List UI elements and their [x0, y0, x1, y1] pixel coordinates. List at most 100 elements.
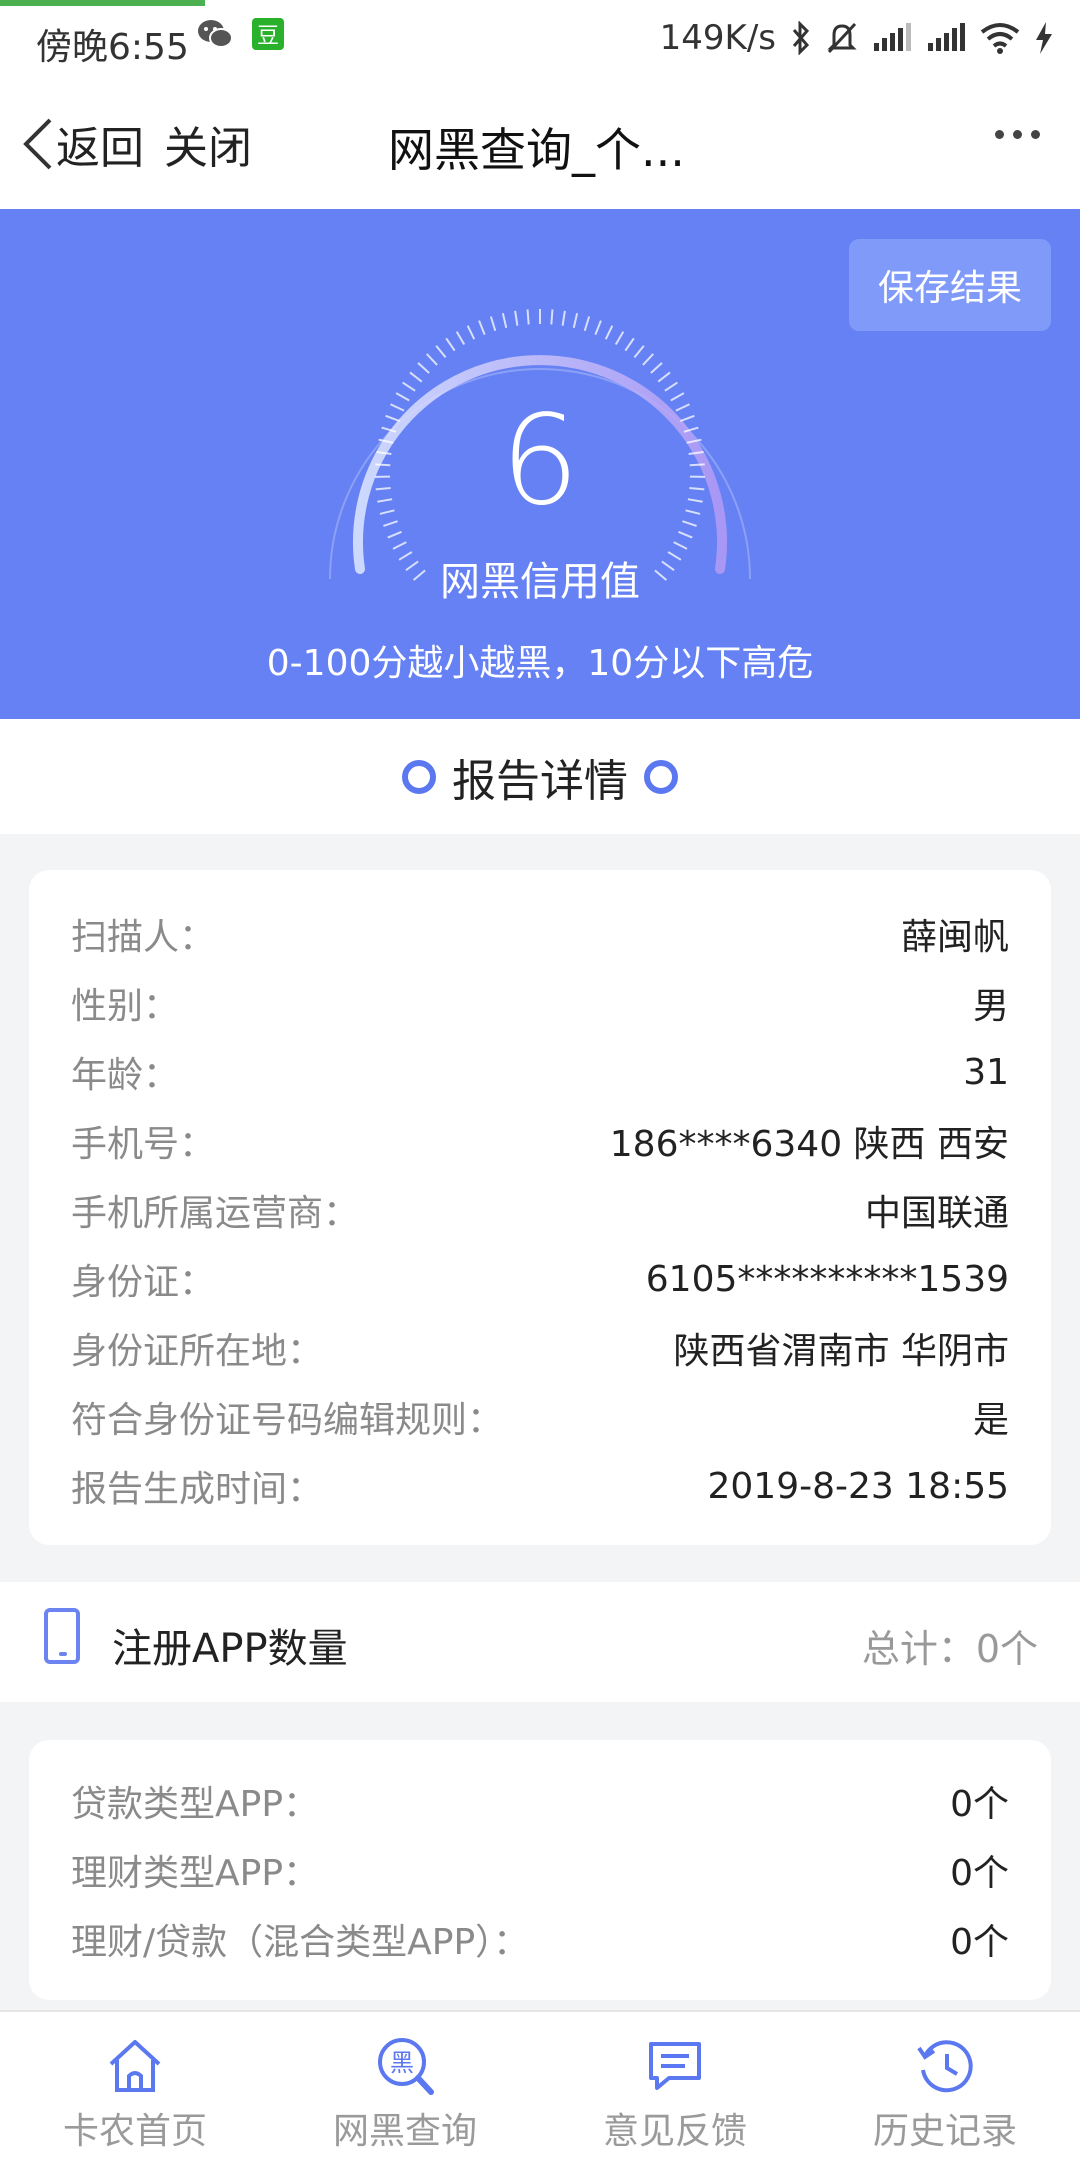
gauge-tick — [665, 383, 677, 391]
gauge-tick — [436, 346, 445, 358]
tab-label: 卡农首页 — [0, 2102, 270, 2154]
tab-history[interactable]: 历史记录 — [810, 2012, 1080, 2162]
report-title: 报告详情 — [452, 745, 628, 809]
row-label: 符合身份证号码编辑规则： — [71, 1391, 503, 1443]
gauge-tick — [457, 332, 465, 345]
gauge-tick — [616, 332, 624, 345]
gauge-tick — [393, 542, 406, 549]
row-label: 报告生成时间： — [71, 1460, 323, 1512]
credit-score-label: 网黑信用值 — [0, 549, 1080, 607]
row-value: 0个 — [950, 1775, 1009, 1827]
bluetooth-icon — [790, 21, 812, 55]
info-row: 符合身份证号码编辑规则：是 — [71, 1387, 1009, 1447]
row-label: 手机所属运营商： — [71, 1184, 359, 1236]
tab-blacklist-search[interactable]: 黑 网黑查询 — [270, 2012, 540, 2162]
gauge-tick — [551, 309, 552, 324]
bottom-tab-bar: 卡农首页 黑 网黑查询 意见反馈 历史记录 — [0, 2010, 1080, 2162]
row-label: 身份证所在地： — [71, 1322, 323, 1374]
gauge-tick — [674, 542, 687, 549]
tab-label: 网黑查询 — [270, 2102, 540, 2154]
save-result-button[interactable]: 保存结果 — [849, 239, 1051, 331]
blacklist-search-icon: 黑 — [375, 2036, 435, 2096]
status-time: 傍晚6:55 — [36, 18, 189, 70]
row-value: 男 — [973, 977, 1009, 1029]
gauge-tick — [491, 316, 495, 330]
row-label: 手机号： — [71, 1115, 215, 1167]
nav-bar: 返回 关闭 网黑查询_个... — [0, 78, 1080, 209]
gauge-tick — [634, 346, 643, 358]
info-row: 手机所属运营商： 中国联通 — [71, 1180, 1009, 1240]
gauge-tick — [503, 313, 506, 328]
gauge-tick — [468, 326, 475, 339]
gauge-tick — [410, 372, 422, 381]
page-title: 网黑查询_个... — [388, 114, 685, 180]
gauge-tick — [574, 313, 577, 328]
back-label: 返回 — [56, 112, 144, 176]
back-button[interactable]: 返回 — [20, 112, 144, 176]
app-count-header: 注册APP数量 总计：0个 — [0, 1582, 1080, 1702]
app-count-total: 总计：0个 — [862, 1618, 1038, 1673]
row-label: 理财类型APP： — [71, 1844, 319, 1896]
page-load-progress — [0, 0, 205, 6]
info-row: 手机号： 186****6340 陕西 西安 — [71, 1111, 1009, 1171]
network-speed: 149K/s — [660, 18, 776, 58]
history-icon — [915, 2036, 975, 2096]
report-details-card: 扫描人：薛闽帆 性别： 男 年龄：31 手机号： 186****6340 陕西 西安… — [29, 870, 1051, 1545]
info-row: 报告生成时间： 2019-8-23 18:55 — [71, 1456, 1009, 1516]
wechat-icon — [196, 18, 234, 50]
feedback-icon — [645, 2036, 705, 2096]
douban-icon: 豆 — [252, 18, 284, 50]
close-button[interactable]: 关闭 — [164, 112, 252, 176]
gauge-tick — [446, 338, 455, 350]
signal-icon-2 — [926, 23, 966, 53]
info-row: 贷款类型APP： 0个 — [71, 1771, 1009, 1831]
info-row: 年龄：31 — [71, 1042, 1009, 1102]
charging-icon — [1034, 22, 1054, 54]
row-label: 扫描人： — [71, 908, 215, 960]
gauge-tick — [595, 321, 601, 335]
mute-bell-icon — [826, 21, 858, 55]
signal-icon — [872, 23, 912, 53]
gauge-tick — [585, 316, 589, 330]
tab-icon-glyph: 黑 — [390, 2049, 414, 2077]
info-row: 性别： 男 — [71, 973, 1009, 1033]
gauge-tick — [388, 532, 402, 538]
credit-score-value: 6 — [0, 399, 1080, 523]
row-value: 2019-8-23 18:55 — [708, 1466, 1010, 1507]
gauge-tick — [625, 338, 634, 350]
row-value: 陕西省渭南市 华阴市 — [674, 1322, 1009, 1374]
gauge-tick — [403, 383, 415, 391]
score-hint: 0-100分越小越黑，10分以下高危 — [0, 634, 1080, 686]
tab-label: 历史记录 — [810, 2102, 1080, 2154]
app-count-card: 贷款类型APP： 0个 理财类型APP： 0个 理财/贷款（混合类型APP）： 0个 — [29, 1740, 1051, 2000]
row-label: 身份证： — [71, 1253, 215, 1305]
more-menu-icon[interactable] — [995, 130, 1040, 139]
tab-home[interactable]: 卡农首页 — [0, 2012, 270, 2162]
gauge-tick — [606, 326, 613, 339]
chevron-left-icon — [20, 116, 56, 172]
row-label: 年龄： — [71, 1046, 179, 1098]
row-value: 0个 — [950, 1913, 1009, 1965]
report-section-header: 报告详情 — [0, 719, 1080, 834]
info-row: 扫描人：薛闽帆 — [71, 904, 1009, 964]
wifi-icon — [980, 22, 1020, 54]
row-label: 理财/贷款（混合类型APP）： — [71, 1913, 529, 1965]
row-label: 性别： — [71, 977, 179, 1029]
gauge-tick — [528, 309, 529, 324]
gauge-tick — [563, 311, 565, 326]
row-label: 贷款类型APP： — [71, 1775, 319, 1827]
info-row: 理财类型APP： 0个 — [71, 1840, 1009, 1900]
row-value: 中国联通 — [865, 1184, 1009, 1236]
tab-feedback[interactable]: 意见反馈 — [540, 2012, 810, 2162]
phone-icon — [44, 1608, 80, 1664]
gauge-tick — [658, 372, 670, 381]
gauge-tick — [479, 321, 485, 335]
status-bar: 傍晚6:55 豆 149K/s — [0, 0, 1080, 78]
gauge-tick — [427, 354, 437, 365]
ring-icon — [402, 760, 436, 794]
gauge-tick — [515, 311, 517, 326]
ring-icon — [644, 760, 678, 794]
app-count-title: 注册APP数量 — [112, 1616, 348, 1674]
row-value: 0个 — [950, 1844, 1009, 1896]
row-value: 186****6340 陕西 西安 — [610, 1115, 1009, 1167]
